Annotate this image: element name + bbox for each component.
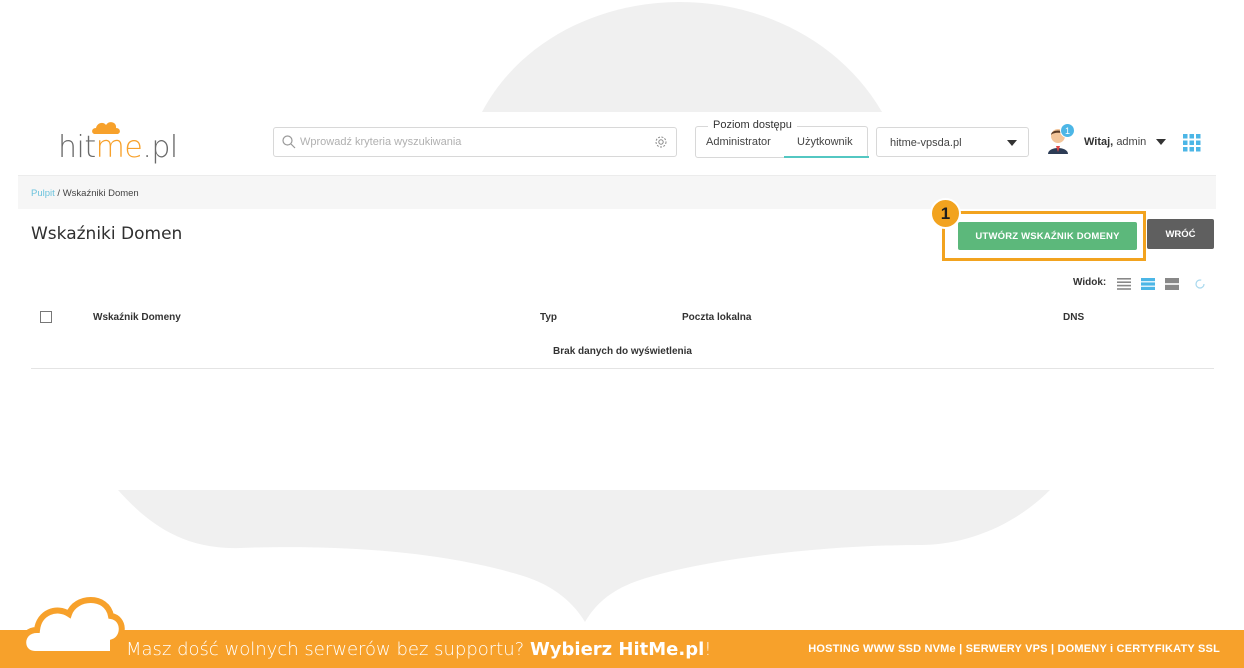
page-title: Wskaźniki Domen (31, 224, 183, 244)
server-select-value: hitme-vpsda.pl (890, 137, 962, 149)
top-header: hitme.pl Poziom dostępu Administrator Uż… (18, 112, 1216, 176)
promo-banner[interactable]: Masz dość wolnych serwerów bez supportu?… (0, 597, 1244, 668)
banner-slogan: Masz dość wolnych serwerów bez supportu?… (126, 639, 712, 660)
chevron-down-icon (1007, 140, 1017, 146)
notification-badge[interactable]: 1 (1060, 123, 1075, 138)
access-option-user[interactable]: Użytkownik (797, 136, 853, 148)
table-empty-row: Brak danych do wyświetlenia (31, 337, 1214, 369)
breadcrumb-link-pulpit[interactable]: Pulpit (31, 188, 55, 199)
breadcrumb-current: Wskaźniki Domen (62, 188, 139, 199)
breadcrumb: Pulpit / Wskaźniki Domen (31, 188, 139, 199)
view-list-icon[interactable] (1117, 278, 1131, 290)
apps-grid-icon[interactable] (1183, 134, 1201, 152)
view-expanded-icon[interactable] (1165, 278, 1179, 290)
search-input[interactable] (300, 128, 640, 156)
breadcrumb-bar: Pulpit / Wskaźniki Domen (18, 176, 1216, 209)
create-domain-pointer-button[interactable]: UTWÓRZ WSKAŹNIK DOMENY (958, 222, 1137, 250)
refresh-icon[interactable] (1194, 278, 1206, 290)
banner-cloud-icon (20, 597, 125, 657)
logo-wordmark: hitme.pl (58, 130, 178, 165)
empty-state-message: Brak danych do wyświetlenia (553, 346, 692, 357)
access-level-legend: Poziom dostępu (708, 119, 797, 131)
column-header-local-mail[interactable]: Poczta lokalna (682, 312, 751, 323)
column-header-type[interactable]: Typ (540, 312, 557, 323)
banner-services: HOSTING WWW SSD NVMe | SERWERY VPS | DOM… (808, 643, 1220, 655)
select-all-checkbox[interactable] (40, 311, 52, 323)
back-button[interactable]: WRÓĆ (1147, 219, 1214, 249)
access-level-switch: Poziom dostępu Administrator Użytkownik (695, 119, 869, 158)
view-comfortable-icon[interactable] (1141, 278, 1155, 290)
search-icon (282, 135, 296, 149)
main-content: Wskaźniki Domen UTWÓRZ WSKAŹNIK DOMENY W… (18, 198, 1216, 374)
table-header: Wskaźnik Domeny Typ Poczta lokalna DNS (31, 307, 1214, 329)
column-header-dns[interactable]: DNS (1063, 312, 1084, 323)
server-select[interactable]: hitme-vpsda.pl (876, 127, 1029, 157)
user-greeting[interactable]: Witaj, admin (1084, 136, 1146, 148)
access-option-administrator[interactable]: Administrator (706, 136, 771, 148)
user-menu-chevron-down-icon[interactable] (1156, 139, 1166, 145)
annotation-step-marker: 1 (930, 198, 961, 229)
access-selected-indicator (784, 156, 869, 158)
view-label: Widok: (1073, 277, 1107, 288)
gear-icon[interactable] (654, 135, 668, 149)
search-box (273, 127, 677, 157)
hitme-logo[interactable]: hitme.pl (58, 118, 188, 168)
column-header-domain-pointer[interactable]: Wskaźnik Domeny (93, 312, 181, 323)
